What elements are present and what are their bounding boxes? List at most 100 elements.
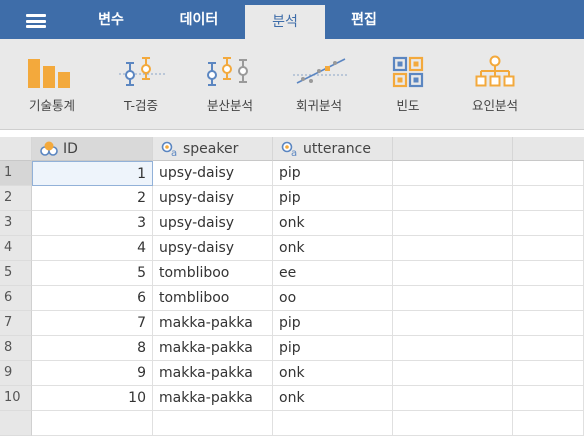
- row-number[interactable]: 8: [0, 336, 32, 361]
- row-number[interactable]: 9: [0, 361, 32, 386]
- spreadsheet: ID a speaker a utterance 1 1 upsy-daisy pip…: [0, 137, 584, 436]
- cell-id[interactable]: 4: [32, 236, 153, 261]
- cell-speaker[interactable]: upsy-daisy: [153, 236, 273, 261]
- column-header-utterance[interactable]: a utterance: [273, 137, 393, 161]
- svg-text:a: a: [171, 148, 177, 157]
- cell-utterance[interactable]: onk: [273, 361, 393, 386]
- svg-text:a: a: [291, 148, 297, 157]
- column-header-id[interactable]: ID: [32, 137, 153, 161]
- cell-id[interactable]: 10: [32, 386, 153, 411]
- id-column-icon: [40, 141, 58, 156]
- cell-speaker[interactable]: upsy-daisy: [153, 161, 273, 186]
- cell-utterance[interactable]: pip: [273, 311, 393, 336]
- row-number[interactable]: 1: [0, 161, 32, 186]
- cell-empty[interactable]: [393, 411, 513, 436]
- cell-empty[interactable]: [513, 386, 584, 411]
- cell-utterance[interactable]: onk: [273, 386, 393, 411]
- column-name: utterance: [303, 141, 371, 157]
- cell-id[interactable]: 8: [32, 336, 153, 361]
- tab-data[interactable]: 데이터: [156, 0, 242, 39]
- cell-id[interactable]: 7: [32, 311, 153, 336]
- row-number[interactable]: 3: [0, 211, 32, 236]
- cell-utterance[interactable]: [273, 411, 393, 436]
- tab-variables[interactable]: 변수: [70, 0, 152, 39]
- cell-empty[interactable]: [393, 336, 513, 361]
- cell-empty[interactable]: [393, 161, 513, 186]
- cell-empty[interactable]: [393, 286, 513, 311]
- analysis-ribbon: 기술통계 T-검증 분산분석 회귀분석 빈도 요인분석: [0, 39, 584, 130]
- factor-button[interactable]: 요인분석: [457, 39, 533, 130]
- ttest-icon: [119, 57, 167, 86]
- top-menu-bar: 변수 데이터 분석 편집: [0, 0, 584, 39]
- cell-empty[interactable]: [393, 261, 513, 286]
- cell-id[interactable]: 1: [32, 161, 153, 186]
- anova-button[interactable]: 분산분석: [192, 39, 268, 130]
- cell-speaker[interactable]: makka-pakka: [153, 386, 273, 411]
- cell-utterance[interactable]: pip: [273, 336, 393, 361]
- cell-empty[interactable]: [513, 161, 584, 186]
- nominal-text-icon: a: [161, 141, 177, 157]
- cell-empty[interactable]: [513, 311, 584, 336]
- cell-empty[interactable]: [513, 261, 584, 286]
- cell-empty[interactable]: [393, 386, 513, 411]
- row-number[interactable]: 10: [0, 386, 32, 411]
- cell-empty[interactable]: [513, 411, 584, 436]
- row-number[interactable]: 6: [0, 286, 32, 311]
- row-number[interactable]: 7: [0, 311, 32, 336]
- cell-empty[interactable]: [513, 236, 584, 261]
- cell-utterance[interactable]: pip: [273, 186, 393, 211]
- t-tests-label: T-검증: [124, 98, 158, 113]
- row-number[interactable]: 2: [0, 186, 32, 211]
- cell-id[interactable]: [32, 411, 153, 436]
- nominal-text-icon: a: [281, 141, 297, 157]
- regression-button[interactable]: 회귀분석: [281, 39, 357, 130]
- t-tests-button[interactable]: T-검증: [103, 39, 179, 130]
- cell-empty[interactable]: [393, 311, 513, 336]
- cell-empty[interactable]: [393, 236, 513, 261]
- cell-speaker[interactable]: tombliboo: [153, 261, 273, 286]
- cell-id[interactable]: 2: [32, 186, 153, 211]
- cell-speaker[interactable]: makka-pakka: [153, 336, 273, 361]
- tab-analyses[interactable]: 분석: [245, 5, 325, 39]
- regression-label: 회귀분석: [295, 98, 342, 113]
- anova-icon: [207, 57, 248, 86]
- cell-speaker[interactable]: makka-pakka: [153, 311, 273, 336]
- column-header-empty[interactable]: [393, 137, 513, 161]
- cell-speaker[interactable]: makka-pakka: [153, 361, 273, 386]
- cell-empty[interactable]: [513, 336, 584, 361]
- cell-utterance[interactable]: ee: [273, 261, 393, 286]
- cell-id[interactable]: 6: [32, 286, 153, 311]
- cell-id[interactable]: 5: [32, 261, 153, 286]
- cell-utterance[interactable]: onk: [273, 236, 393, 261]
- row-number[interactable]: [0, 411, 32, 436]
- cell-empty[interactable]: [513, 211, 584, 236]
- cell-empty[interactable]: [513, 286, 584, 311]
- hamburger-menu-icon[interactable]: [26, 14, 46, 28]
- cell-empty[interactable]: [513, 361, 584, 386]
- frequencies-button[interactable]: 빈도: [370, 39, 446, 130]
- cell-utterance[interactable]: onk: [273, 211, 393, 236]
- cell-id[interactable]: 9: [32, 361, 153, 386]
- descriptives-bar-icon: [28, 59, 70, 88]
- cell-speaker[interactable]: upsy-daisy: [153, 186, 273, 211]
- cell-id[interactable]: 3: [32, 211, 153, 236]
- cell-speaker[interactable]: upsy-daisy: [153, 211, 273, 236]
- descriptives-button[interactable]: 기술통계: [14, 39, 90, 130]
- row-number[interactable]: 5: [0, 261, 32, 286]
- column-name: ID: [63, 141, 78, 157]
- cell-utterance[interactable]: pip: [273, 161, 393, 186]
- cell-empty[interactable]: [393, 361, 513, 386]
- row-number[interactable]: 4: [0, 236, 32, 261]
- frequencies-label: 빈도: [396, 98, 420, 113]
- cell-empty[interactable]: [393, 211, 513, 236]
- cell-utterance[interactable]: oo: [273, 286, 393, 311]
- corner-header[interactable]: [0, 137, 32, 161]
- column-header-speaker[interactable]: a speaker: [153, 137, 273, 161]
- descriptives-label: 기술통계: [28, 98, 75, 113]
- column-header-empty[interactable]: [513, 137, 584, 161]
- cell-speaker[interactable]: tombliboo: [153, 286, 273, 311]
- tab-edit[interactable]: 편집: [328, 0, 400, 39]
- cell-empty[interactable]: [513, 186, 584, 211]
- cell-empty[interactable]: [393, 186, 513, 211]
- cell-speaker[interactable]: [153, 411, 273, 436]
